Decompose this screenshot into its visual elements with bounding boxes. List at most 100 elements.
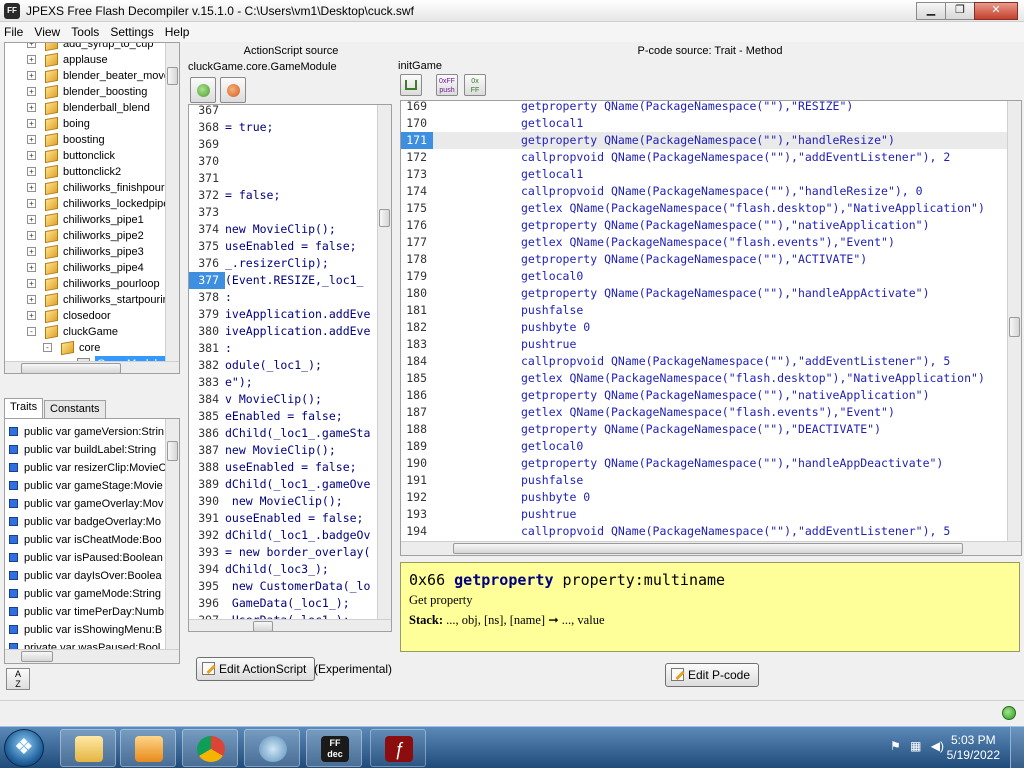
trait-item[interactable]: public var gameMode:String <box>9 585 161 603</box>
deobfuscate-options-button[interactable] <box>220 77 246 103</box>
trait-item[interactable]: public var timePerDay:Numb <box>9 603 164 621</box>
tree-item[interactable]: + chiliworks_pipe4 <box>5 260 165 276</box>
actionscript-editor[interactable]: 397 UserData(_loc1_);396 GameData(_loc1_… <box>188 104 392 632</box>
tree-item[interactable]: + chiliworks_pipe3 <box>5 244 165 260</box>
tree-item[interactable]: + buttonclick2 <box>5 164 165 180</box>
pcode-vertical-scrollbar[interactable] <box>1007 101 1021 541</box>
taskbar-chrome[interactable] <box>182 729 238 767</box>
graph-view-button[interactable] <box>400 74 422 96</box>
pcode-scroll-thumb[interactable] <box>1009 317 1020 337</box>
tree-item[interactable]: + chiliworks_startpourin <box>5 292 169 308</box>
tree-item[interactable]: + chiliworks_lockedpipe <box>5 196 169 212</box>
tree-expander-icon[interactable]: + <box>27 87 36 96</box>
trait-item[interactable]: public var resizerClip:MovieC <box>9 459 166 477</box>
close-button[interactable]: ✕ <box>974 2 1018 20</box>
trait-item[interactable]: public var badgeOverlay:Mo <box>9 513 161 531</box>
traits-hscroll-thumb[interactable] <box>21 651 53 662</box>
pcode-horizontal-scrollbar[interactable] <box>401 541 1021 555</box>
tree-expander-icon[interactable]: + <box>27 215 36 224</box>
tree-hscroll-thumb[interactable] <box>21 363 121 373</box>
tree-item[interactable]: + boosting <box>5 132 165 148</box>
tree-item[interactable]: + applause <box>5 52 165 68</box>
as-scroll-thumb[interactable] <box>379 209 390 227</box>
minimize-button[interactable]: ▁ <box>916 2 946 20</box>
tree-expander-icon[interactable]: + <box>27 199 36 208</box>
tray-network-icon[interactable]: ▦ <box>910 739 921 753</box>
trait-item[interactable]: public var gameOverlay:Mov <box>9 495 163 513</box>
tree-expander-icon[interactable]: + <box>27 311 36 320</box>
as-hscroll-thumb[interactable] <box>253 621 273 631</box>
taskbar-ffdec[interactable]: FF dec <box>306 729 362 767</box>
tree-expander-icon[interactable]: + <box>27 247 36 256</box>
taskbar-explorer[interactable] <box>60 729 116 767</box>
tab-traits[interactable]: Traits <box>4 398 44 418</box>
tree-expander-icon[interactable]: + <box>27 231 36 240</box>
tree-expander-icon[interactable]: + <box>27 43 36 48</box>
edit-pcode-button[interactable]: Edit P-code <box>665 663 760 687</box>
traits-scroll-thumb[interactable] <box>167 441 178 461</box>
taskbar-installer[interactable] <box>244 729 300 767</box>
tree-scroll-thumb[interactable] <box>167 67 178 85</box>
tab-constants[interactable]: Constants <box>44 400 106 418</box>
trait-item[interactable]: public var gameStage:Movie <box>9 477 163 495</box>
menu-view[interactable]: View <box>30 22 64 39</box>
hex-view-button[interactable]: 0x FF <box>464 74 486 96</box>
tree-expander-icon[interactable]: + <box>27 183 36 192</box>
traits-horizontal-scrollbar[interactable] <box>5 649 179 663</box>
tree-expander-icon[interactable]: + <box>27 263 36 272</box>
show-desktop-button[interactable] <box>1010 727 1024 768</box>
tree-expander-icon[interactable]: + <box>27 279 36 288</box>
trait-item[interactable]: public var isShowingMenu:B <box>9 621 162 639</box>
tree-item[interactable]: + chiliworks_pourloop <box>5 276 165 292</box>
tree-expander-icon[interactable]: + <box>27 71 36 80</box>
tree-item[interactable]: - core <box>5 340 165 356</box>
tree-item[interactable]: + blenderball_blend <box>5 100 165 116</box>
as-horizontal-scrollbar[interactable] <box>189 619 391 631</box>
trait-item[interactable]: public var isPaused:Boolean <box>9 549 163 567</box>
menu-settings[interactable]: Settings <box>106 22 157 39</box>
tree-item[interactable]: + chiliworks_finishpourin <box>5 180 173 196</box>
tree-expander-icon[interactable]: + <box>27 135 36 144</box>
sort-az-button[interactable]: AZ <box>6 668 30 690</box>
tree-item[interactable]: + buttonclick <box>5 148 165 164</box>
taskbar-clock[interactable]: 5:03 PM 5/19/2022 <box>947 733 1000 763</box>
trait-item[interactable]: public var gameVersion:Strin <box>9 423 164 441</box>
tree-expander-icon[interactable]: - <box>27 327 36 336</box>
edit-actionscript-button[interactable]: Edit ActionScript <box>196 657 316 681</box>
trait-item[interactable]: public var buildLabel:String <box>9 441 156 459</box>
traits-vertical-scrollbar[interactable] <box>165 419 179 649</box>
tree-item[interactable]: + blender_boosting <box>5 84 165 100</box>
tree-expander-icon[interactable]: + <box>27 167 36 176</box>
tree-expander-icon[interactable]: + <box>27 119 36 128</box>
pcode-editor[interactable]: 194 callpropvoid QName(PackageNamespace("… <box>400 100 1022 556</box>
deobfuscate-button[interactable] <box>190 77 216 103</box>
tree-item[interactable]: + chiliworks_pipe2 <box>5 228 165 244</box>
taskbar-flash-player[interactable]: ƒ <box>370 729 426 767</box>
trait-item[interactable]: public var dayIsOver:Boolea <box>9 567 162 585</box>
menu-tools[interactable]: Tools <box>67 22 103 39</box>
tree-item[interactable]: + chiliworks_pipe1 <box>5 212 165 228</box>
hex-push-button[interactable]: 0xFF push <box>436 74 458 96</box>
tree-expander-icon[interactable]: + <box>27 103 36 112</box>
as-vertical-scrollbar[interactable] <box>377 105 391 619</box>
pcode-hscroll-thumb[interactable] <box>453 543 963 554</box>
tree-expander-icon[interactable]: + <box>27 55 36 64</box>
taskbar-media-player[interactable] <box>120 729 176 767</box>
tree-expander-icon[interactable]: + <box>27 151 36 160</box>
traits-list[interactable]: private var wasPaused:Bool public var isS… <box>4 418 180 664</box>
tree-item[interactable]: + add_syrup_to_cup <box>5 43 165 52</box>
trait-item[interactable]: public var isCheatMode:Boo <box>9 531 162 549</box>
tree-vertical-scrollbar[interactable] <box>165 43 179 361</box>
tree-item[interactable]: + blender_beater_move <box>5 68 170 84</box>
tray-flag-icon[interactable]: ⚑ <box>890 739 901 753</box>
menu-help[interactable]: Help <box>161 22 194 39</box>
tree-item[interactable]: - cluckGame <box>5 324 165 340</box>
tree-expander-icon[interactable]: + <box>27 295 36 304</box>
tray-volume-icon[interactable]: ◀) <box>931 739 944 753</box>
start-button[interactable] <box>4 729 44 767</box>
resource-tree[interactable]: GameModule-core-cluckGame+closedoor+chil… <box>4 42 180 374</box>
tree-expander-icon[interactable]: - <box>43 343 52 352</box>
menu-file[interactable]: File <box>0 22 27 39</box>
tree-item[interactable]: + boing <box>5 116 165 132</box>
tree-horizontal-scrollbar[interactable] <box>5 361 179 373</box>
